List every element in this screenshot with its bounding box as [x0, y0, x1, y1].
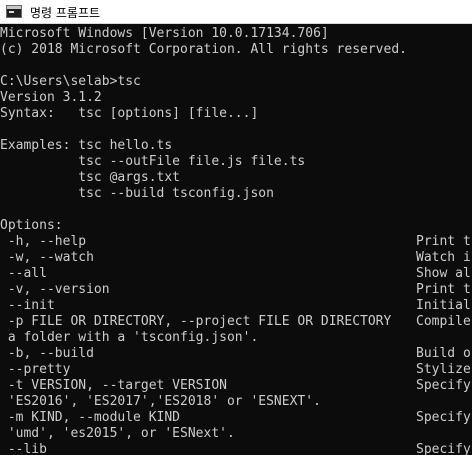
console-line: -h, --help: [0, 234, 87, 249]
option-description: Build o: [416, 346, 471, 361]
console-line: tsc @args.txt: [0, 170, 181, 185]
console-line: Options:: [0, 218, 63, 233]
console-line: --init: [0, 298, 55, 313]
option-description: Print t: [416, 282, 471, 297]
console-line: -b, --build: [0, 346, 94, 361]
console-line: -v, --version: [0, 282, 110, 297]
console-line: --all: [0, 266, 47, 281]
window-title: 명령 프롬프트: [30, 6, 101, 20]
console-line: Syntax: tsc [options] [file...]: [0, 106, 259, 121]
console-line: Microsoft Windows [Version 10.0.17134.70…: [0, 26, 329, 41]
console-line: tsc --build tsconfig.json: [0, 186, 274, 201]
console-line: -p FILE OR DIRECTORY, --project FILE OR …: [0, 314, 392, 329]
console-line: -w, --watch: [0, 250, 94, 265]
option-description: Stylize: [416, 362, 471, 377]
option-description: Compile: [416, 314, 471, 329]
console-line: C:\Users\selab>tsc: [0, 74, 141, 89]
console-line: -t VERSION, --target VERSION: [0, 378, 227, 393]
console-line: --lib: [0, 442, 47, 455]
console-line: -m KIND, --module KIND: [0, 410, 181, 425]
console-line: (c) 2018 Microsoft Corporation. All righ…: [0, 42, 407, 57]
title-bar[interactable]: 명령 프롬프트: [0, 0, 472, 24]
console-line: --pretty: [0, 362, 71, 377]
console-output[interactable]: Microsoft Windows [Version 10.0.17134.70…: [0, 26, 472, 455]
option-description: Watch i: [416, 250, 471, 265]
option-description: Specify: [416, 378, 471, 393]
console-line: 'ES2016', 'ES2017','ES2018' or 'ESNEXT'.: [0, 394, 321, 409]
command-prompt-icon[interactable]: [6, 5, 22, 18]
option-description: Specify: [416, 442, 471, 455]
console-line: a folder with a 'tsconfig.json'.: [0, 330, 259, 345]
option-description: Print t: [416, 234, 471, 249]
console-line: 'umd', 'es2015', or 'ESNext'.: [0, 426, 235, 441]
option-description: Initial: [416, 298, 471, 313]
console-line: Version 3.1.2: [0, 90, 102, 105]
console-line: tsc --outFile file.js file.ts: [0, 154, 306, 169]
option-description: Show al: [416, 266, 471, 281]
console-line: Examples: tsc hello.ts: [0, 138, 173, 153]
option-description: Specify: [416, 410, 471, 425]
